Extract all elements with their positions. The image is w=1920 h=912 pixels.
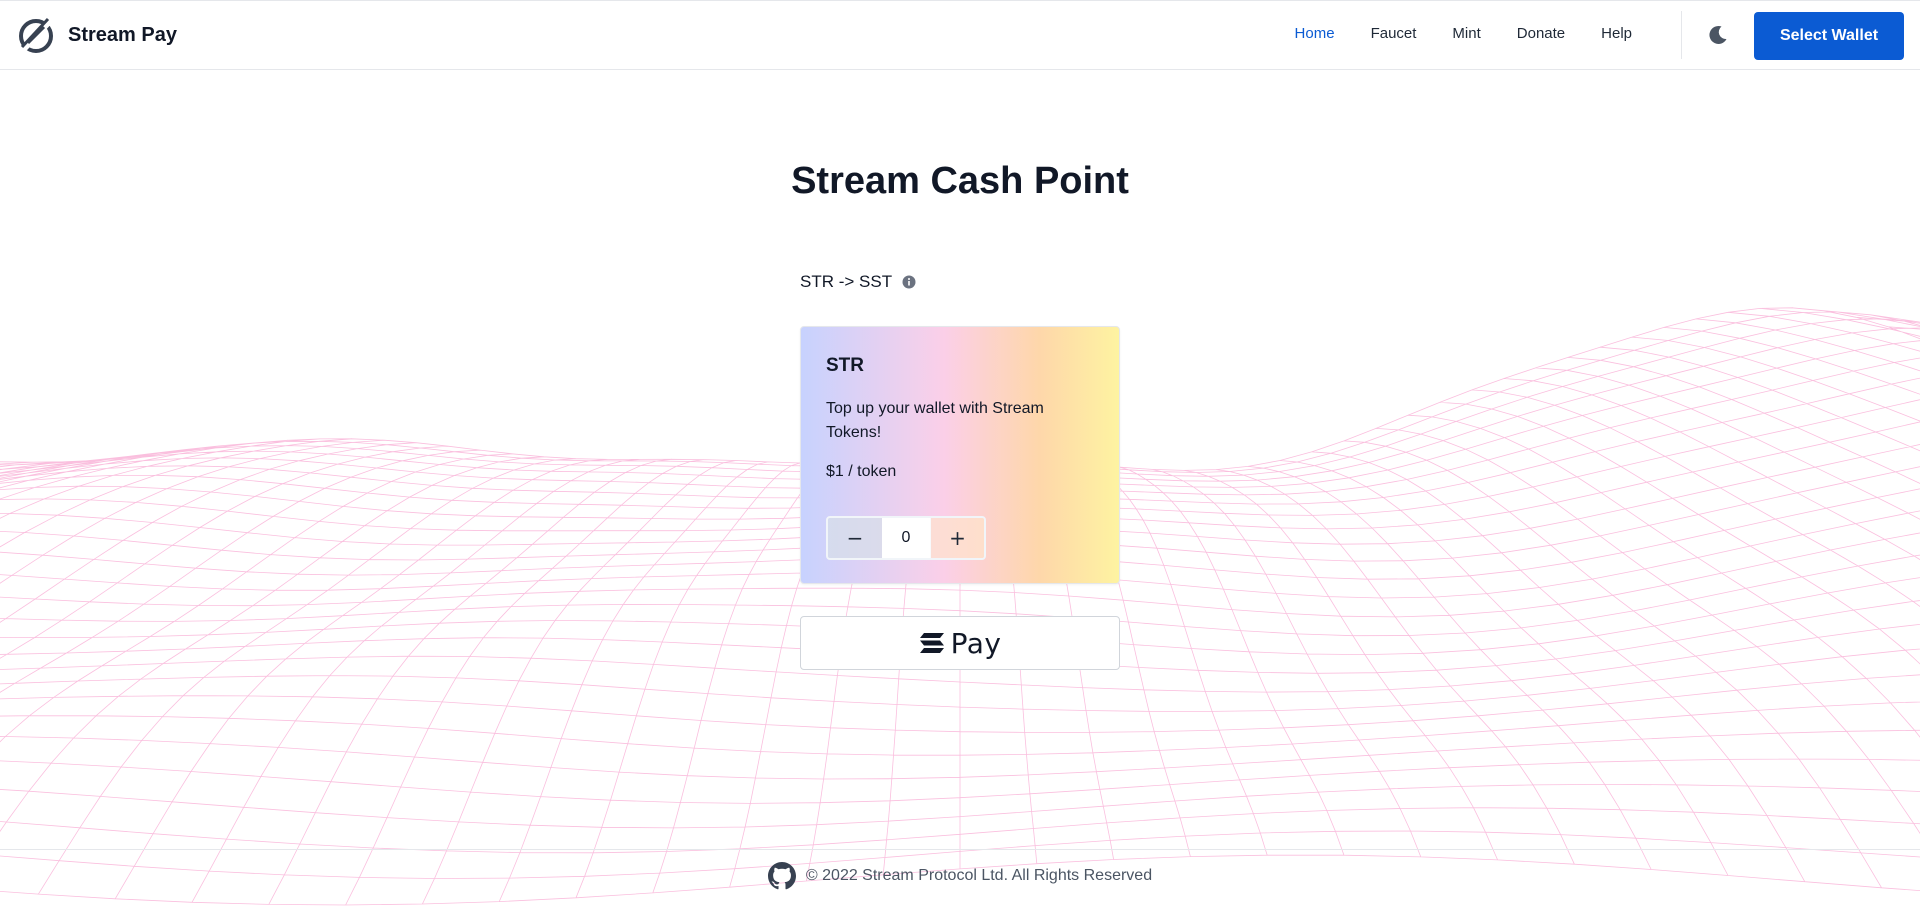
footer: © 2022 Stream Protocol Ltd. All Rights R… <box>0 862 1920 890</box>
top-navbar: Stream Pay Home Faucet Mint Donate Help … <box>0 0 1920 70</box>
decrement-button[interactable]: − <box>828 518 882 558</box>
page-title: Stream Cash Point <box>791 160 1129 202</box>
nav-faucet[interactable]: Faucet <box>1371 25 1417 42</box>
nav-mint[interactable]: Mint <box>1452 25 1480 42</box>
solana-logo-icon <box>919 633 944 653</box>
select-wallet-button[interactable]: Select Wallet <box>1754 12 1904 60</box>
info-icon[interactable] <box>902 275 916 289</box>
nav-divider <box>1681 11 1682 59</box>
nav-home[interactable]: Home <box>1295 25 1335 42</box>
increment-button[interactable]: + <box>930 518 984 558</box>
nav-help[interactable]: Help <box>1601 25 1632 42</box>
card-token-name: STR <box>826 355 864 376</box>
quantity-stepper: − + <box>826 516 986 560</box>
copyright-text: © 2022 Stream Protocol Ltd. All Rights R… <box>805 867 1153 884</box>
pay-label: Pay <box>950 626 1002 660</box>
brand-name: Stream Pay <box>68 23 177 46</box>
card-price: $1 / token <box>826 463 897 480</box>
main-nav: Home Faucet Mint Donate Help <box>1295 25 1632 42</box>
brand[interactable]: Stream Pay <box>18 15 177 55</box>
footer-divider <box>0 849 1920 850</box>
github-icon[interactable] <box>767 862 796 890</box>
token-card: STR Top up your wallet with Stream Token… <box>800 326 1120 584</box>
token-pair-label: STR -> SST <box>800 272 893 291</box>
token-pair: STR -> SST <box>800 272 916 292</box>
quantity-input[interactable] <box>882 518 930 558</box>
nav-donate[interactable]: Donate <box>1517 25 1565 42</box>
card-description: Top up your wallet with Stream Tokens! <box>826 400 1044 441</box>
moon-icon[interactable] <box>1706 23 1730 47</box>
pay-button[interactable]: Pay <box>800 616 1120 670</box>
stream-logo-icon <box>19 17 53 53</box>
